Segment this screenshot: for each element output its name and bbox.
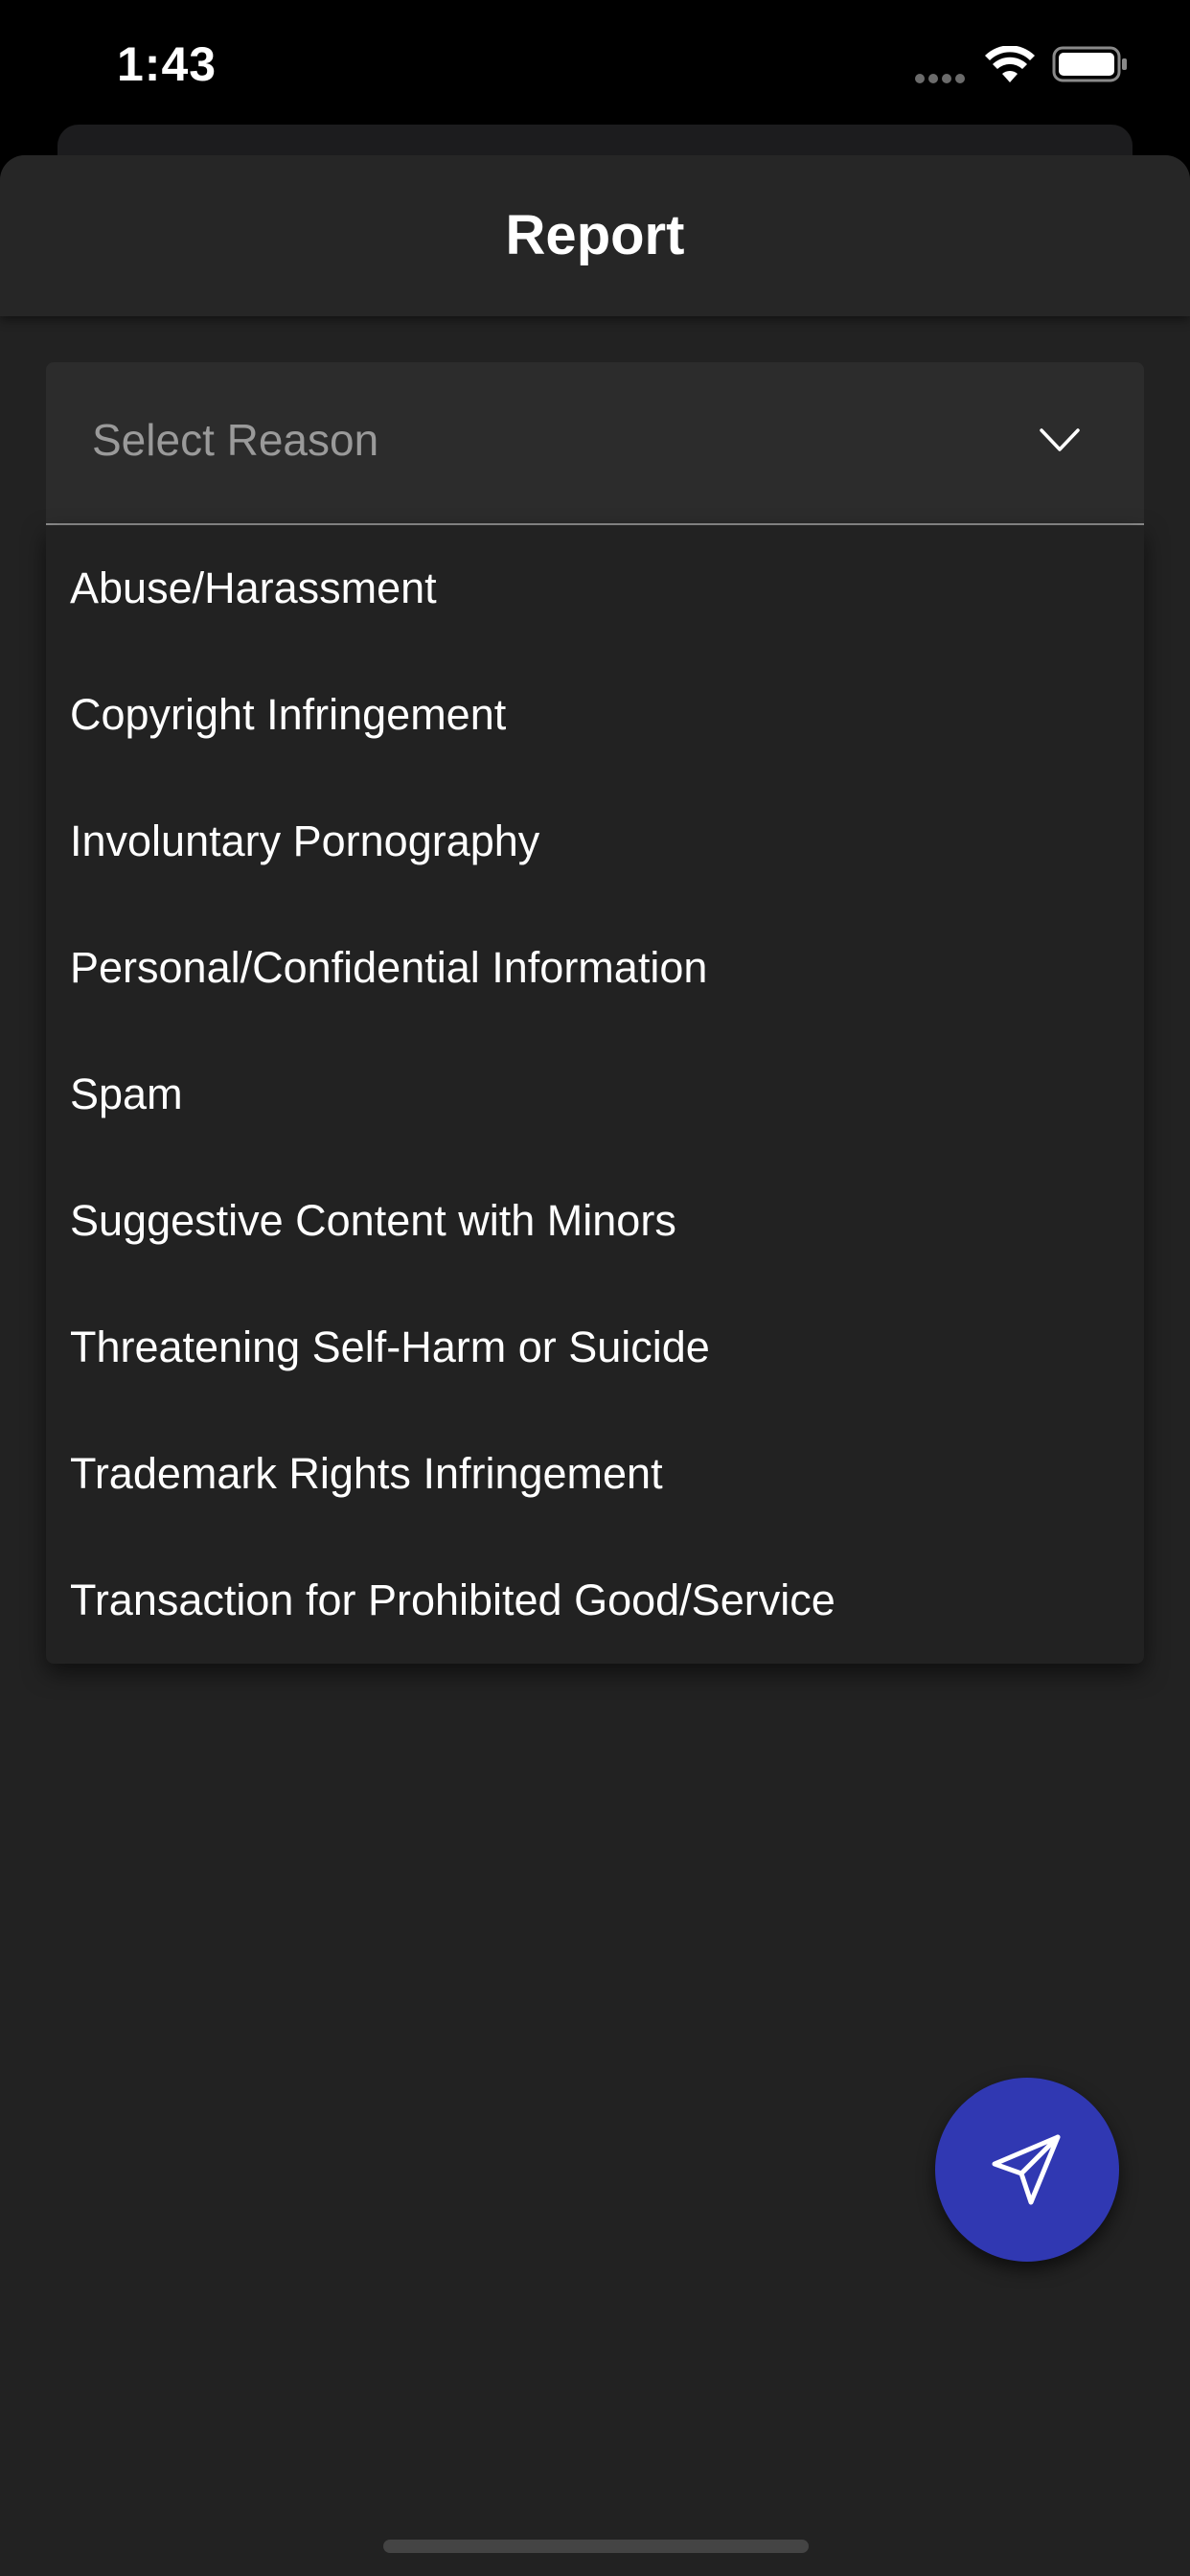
status-bar: 1:43 (0, 0, 1190, 126)
battery-icon (1052, 46, 1127, 82)
menu-item-spam[interactable]: Spam (46, 1031, 1144, 1158)
send-icon (992, 2134, 1061, 2205)
chevron-down-icon (1040, 428, 1080, 451)
select-placeholder: Select Reason (92, 415, 379, 465)
home-indicator[interactable] (383, 2540, 809, 2553)
wifi-icon (985, 46, 1035, 82)
screen: 1:43 Report Select Reason Abuse/Harassme… (0, 0, 1190, 2576)
sheet-header: Report (0, 155, 1190, 316)
reason-dropdown-menu: Abuse/Harassment Copyright Infringement … (46, 525, 1144, 1664)
page-title: Report (505, 204, 685, 266)
menu-item-abuse-harassment[interactable]: Abuse/Harassment (46, 525, 1144, 652)
menu-item-suggestive-content-with-minors[interactable]: Suggestive Content with Minors (46, 1158, 1144, 1284)
reason-select[interactable]: Select Reason (46, 362, 1144, 525)
menu-item-threatening-self-harm[interactable]: Threatening Self-Harm or Suicide (46, 1284, 1144, 1411)
status-time: 1:43 (117, 37, 217, 91)
menu-item-personal-confidential-information[interactable]: Personal/Confidential Information (46, 905, 1144, 1031)
send-button[interactable] (935, 2078, 1119, 2262)
menu-item-transaction-prohibited[interactable]: Transaction for Prohibited Good/Service (46, 1537, 1144, 1664)
menu-item-trademark-rights-infringement[interactable]: Trademark Rights Infringement (46, 1411, 1144, 1537)
menu-item-copyright-infringement[interactable]: Copyright Infringement (46, 652, 1144, 778)
menu-item-involuntary-pornography[interactable]: Involuntary Pornography (46, 778, 1144, 905)
signal-icon (915, 71, 973, 83)
